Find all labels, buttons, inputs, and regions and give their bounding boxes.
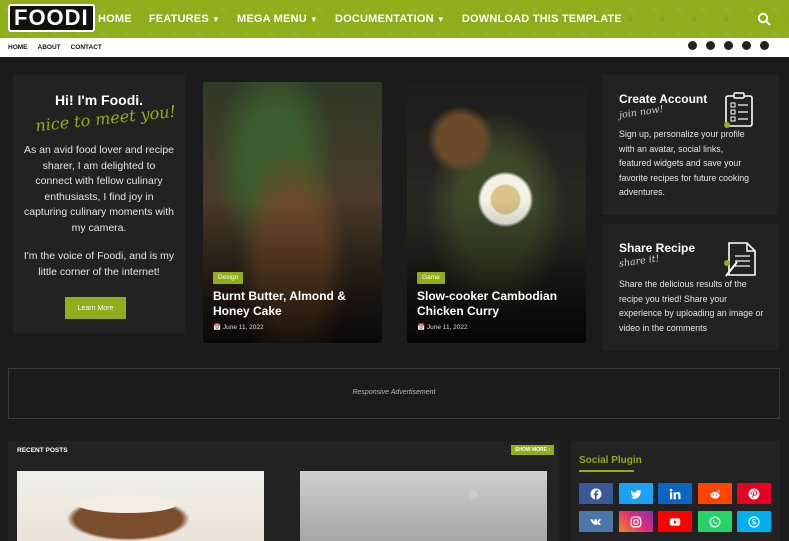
chevron-down-icon: ▼	[436, 14, 445, 24]
top-navbar: FOODI HOME FEATURES ▼ MEGA MENU ▼ DOCUMENT…	[0, 0, 789, 38]
nav-mega-menu-label: MEGA MENU	[237, 13, 307, 25]
post-date: 📅 June 11, 2022	[417, 324, 468, 331]
social-plugin-widget: Social Plugin	[571, 441, 780, 541]
post-title[interactable]: Slow-cooker Cambodian Chicken Curry	[417, 289, 582, 319]
nav-features[interactable]: FEATURES ▼	[149, 13, 220, 25]
share-recipe-text: Share the delicious results of the recip…	[619, 279, 764, 333]
social-plugin-title: Social Plugin	[579, 455, 642, 466]
twitter-icon	[630, 489, 641, 499]
pinterest-icon[interactable]	[742, 41, 751, 50]
youtube-social-button[interactable]	[658, 511, 692, 532]
recent-posts-section: RECENT POSTS SHOW MORE ›	[8, 441, 559, 541]
main-nav: HOME FEATURES ▼ MEGA MENU ▼ DOCUMENTATION ▼…	[98, 0, 622, 38]
nav-home-label: HOME	[98, 13, 132, 25]
clipboard-checklist-icon	[724, 92, 753, 128]
instagram-icon[interactable]	[724, 41, 733, 50]
nav-documentation[interactable]: DOCUMENTATION ▼	[335, 13, 445, 25]
intro-paragraph-2: I'm the voice of Foodi, and is my little…	[23, 250, 175, 278]
facebook-icon	[590, 488, 602, 499]
post-date: 📅 June 11, 2022	[213, 324, 264, 331]
chevron-down-icon: ▼	[309, 14, 318, 24]
subnav-contact[interactable]: CONTACT	[71, 44, 102, 51]
skype-icon[interactable]	[760, 41, 769, 50]
youtube-icon	[669, 517, 681, 526]
nav-features-label: FEATURES	[148, 13, 209, 25]
instagram-icon	[630, 516, 641, 527]
share-recipe-script: share it!	[618, 253, 661, 270]
show-more-button[interactable]: SHOW MORE ›	[511, 445, 555, 455]
nav-download-template[interactable]: DOWNLOAD THIS TEMPLATE	[462, 13, 622, 25]
skype-icon	[748, 515, 760, 528]
nav-home[interactable]: HOME	[98, 13, 132, 25]
secondary-nav: HOME ABOUT CONTACT	[8, 38, 102, 57]
learn-more-button[interactable]: Learn More	[65, 297, 126, 319]
instagram-social-button[interactable]	[618, 511, 653, 532]
linkedin-icon	[669, 488, 681, 499]
subnav-about[interactable]: ABOUT	[38, 44, 61, 51]
twitter-icon[interactable]	[706, 41, 715, 50]
vk-social-button[interactable]	[579, 511, 613, 532]
create-account-text: Sign up, personalize your profile with a…	[619, 129, 750, 197]
post-title[interactable]: Burnt Butter, Almond & Honey Cake	[213, 289, 378, 319]
chevron-down-icon: ▼	[211, 14, 221, 24]
featured-post-1[interactable]: Design Burnt Butter, Almond & Honey Cake…	[203, 82, 382, 343]
vk-icon	[590, 518, 601, 525]
whatsapp-icon	[709, 516, 720, 527]
facebook-icon[interactable]	[688, 41, 697, 50]
recent-post-thumbnail-1[interactable]	[17, 471, 264, 541]
share-recipe-card[interactable]: Share Recipe share it! Share the delicio…	[602, 224, 779, 350]
show-more-label: SHOW MORE	[515, 447, 547, 453]
linkedin-social-button[interactable]	[658, 483, 692, 504]
post-date-text: June 11, 2022	[222, 324, 264, 331]
recent-posts-title: RECENT POSTS	[17, 447, 68, 454]
featured-post-2[interactable]: Game Slow-cooker Cambodian Chicken Curry…	[407, 82, 586, 343]
create-account-card[interactable]: Create Account join now! Sign up, person…	[602, 75, 779, 215]
intro-paragraph-1: As an avid food lover and recipe sharer,…	[23, 144, 174, 234]
twitter-social-button[interactable]	[618, 483, 653, 504]
subnav-home[interactable]: HOME	[8, 44, 28, 51]
pinterest-social-button[interactable]	[737, 483, 771, 504]
post-tag[interactable]: Design	[213, 272, 244, 284]
recent-post-thumbnail-2[interactable]	[300, 471, 547, 541]
recipe-document-icon	[724, 242, 756, 277]
reddit-icon	[710, 489, 720, 499]
facebook-social-button[interactable]	[579, 483, 613, 504]
title-underline	[579, 470, 634, 472]
search-icon[interactable]	[757, 12, 771, 26]
nav-mega-menu[interactable]: MEGA MENU ▼	[237, 13, 318, 25]
create-account-script: join now!	[618, 103, 665, 122]
whatsapp-social-button[interactable]	[697, 511, 732, 532]
advertisement-box: Responsive Advertisement	[8, 368, 780, 419]
post-tag[interactable]: Game	[417, 272, 445, 284]
pinterest-icon	[748, 488, 760, 499]
header-social-links	[688, 41, 769, 50]
skype-social-button[interactable]	[737, 511, 771, 532]
reddit-social-button[interactable]	[697, 483, 732, 504]
secondary-navbar: HOME ABOUT CONTACT	[0, 38, 789, 57]
nav-download-label: DOWNLOAD THIS TEMPLATE	[461, 13, 622, 25]
nav-documentation-label: DOCUMENTATION	[334, 13, 434, 25]
advertisement-text: Responsive Advertisement	[352, 389, 436, 396]
site-logo[interactable]: FOODI	[8, 4, 95, 32]
post-date-text: June 11, 2022	[426, 324, 468, 331]
intro-card: Hi! I'm Foodi. nice to meet you! As an a…	[13, 75, 185, 333]
